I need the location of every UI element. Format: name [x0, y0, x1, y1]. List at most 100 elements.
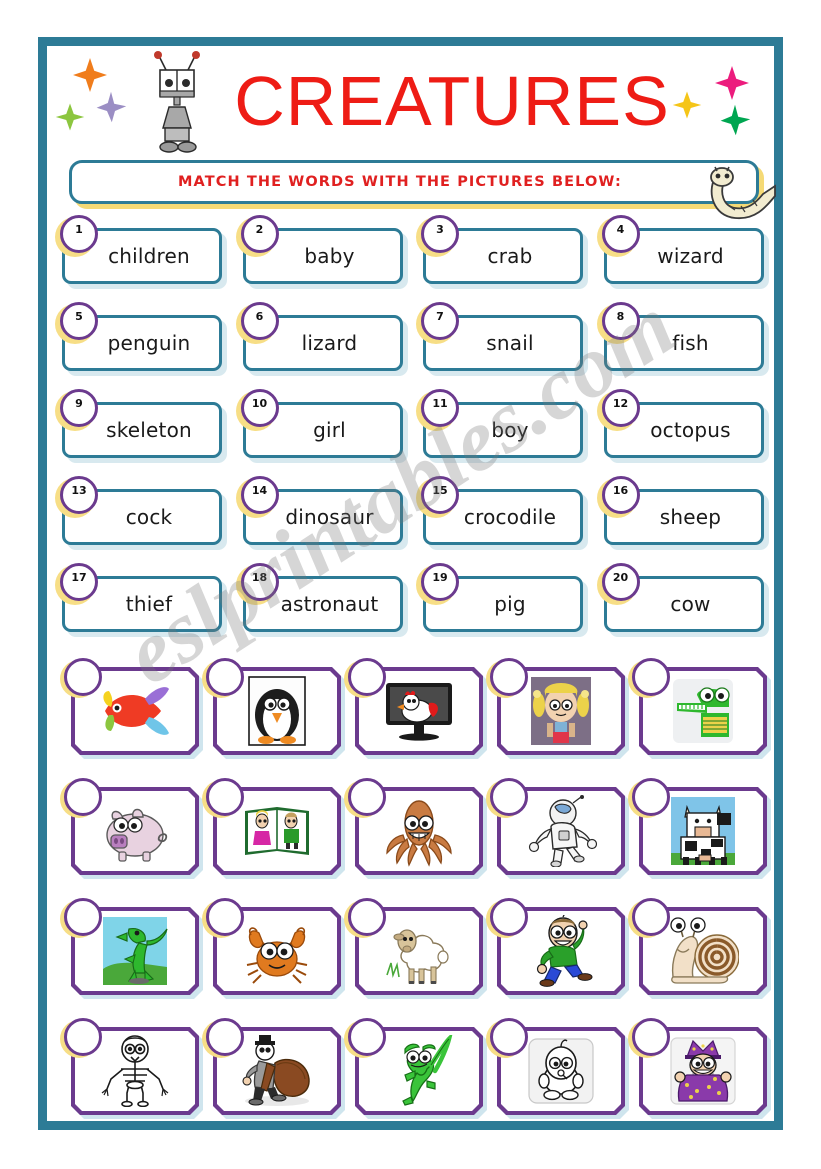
word-label: lizard [301, 331, 358, 355]
word-number-circle[interactable]: 4 [601, 215, 640, 253]
picture-answer-circle[interactable] [64, 898, 102, 936]
picture-answer-circle[interactable] [490, 1018, 528, 1056]
picture-answer-circle[interactable] [348, 778, 386, 816]
picture-answer-circle[interactable] [64, 778, 102, 816]
star-orange-icon [73, 58, 107, 92]
picture-answer-circle[interactable] [348, 898, 386, 936]
word-label: cock [125, 505, 173, 529]
picture-card[interactable] [628, 898, 773, 1018]
word-card[interactable]: fish 8 [596, 302, 781, 398]
picture-answer-circle[interactable] [632, 658, 670, 696]
word-card[interactable]: octopus 12 [596, 389, 781, 485]
picture-answer-circle[interactable] [490, 658, 528, 696]
word-number-circle[interactable]: 18 [240, 563, 279, 601]
picture-card[interactable] [486, 898, 631, 1018]
picture-card[interactable] [628, 1018, 773, 1138]
picture-card[interactable] [202, 778, 347, 898]
word-label: fish [672, 331, 709, 355]
picture-answer-circle[interactable] [490, 778, 528, 816]
word-card[interactable]: crab 3 [416, 215, 600, 311]
word-number: 1 [75, 223, 83, 236]
picture-answer-circle[interactable] [348, 658, 386, 696]
word-number-circle[interactable]: 6 [240, 302, 279, 340]
picture-answer-circle[interactable] [64, 658, 102, 696]
word-number-circle[interactable]: 8 [601, 302, 640, 340]
word-card[interactable]: boy 11 [416, 389, 600, 485]
word-number: 14 [251, 484, 268, 497]
word-number: 15 [432, 484, 448, 497]
picture-card[interactable] [486, 1018, 631, 1138]
picture-answer-circle[interactable] [490, 898, 528, 936]
picture-answer-circle[interactable] [632, 778, 670, 816]
picture-card[interactable] [344, 658, 489, 778]
word-number-circle[interactable]: 20 [601, 563, 640, 601]
word-number-circle[interactable]: 14 [240, 476, 279, 514]
picture-card[interactable] [60, 898, 205, 1018]
star-yellow-icon [672, 91, 702, 119]
picture-card[interactable] [486, 658, 631, 778]
word-card[interactable]: baby 2 [235, 215, 420, 311]
word-card[interactable]: astronaut 18 [235, 563, 420, 659]
word-number-circle[interactable]: 1 [60, 215, 98, 253]
word-number-circle[interactable]: 7 [421, 302, 459, 340]
header: CREATURES [47, 46, 774, 158]
word-number-circle[interactable]: 9 [60, 389, 98, 427]
word-card[interactable]: wizard 4 [596, 215, 781, 311]
word-card[interactable]: girl 10 [235, 389, 420, 485]
word-card[interactable]: children 1 [55, 215, 239, 311]
word-label: pig [494, 592, 526, 616]
picture-row [60, 898, 773, 1018]
word-card[interactable]: skeleton 9 [55, 389, 239, 485]
picture-answer-circle[interactable] [206, 1018, 244, 1056]
word-label: sheep [659, 505, 722, 529]
word-number-circle[interactable]: 11 [421, 389, 459, 427]
word-number-circle[interactable]: 15 [421, 476, 459, 514]
word-number: 7 [436, 310, 444, 323]
picture-card[interactable] [486, 778, 631, 898]
word-label: wizard [657, 244, 724, 268]
picture-answer-circle[interactable] [206, 778, 244, 816]
word-label: skeleton [106, 418, 192, 442]
picture-card[interactable] [202, 1018, 347, 1138]
picture-card[interactable] [628, 658, 773, 778]
picture-answer-circle[interactable] [632, 898, 670, 936]
word-card[interactable]: dinosaur 14 [235, 476, 420, 572]
word-card[interactable]: thief 17 [55, 563, 239, 659]
picture-answer-circle[interactable] [206, 898, 244, 936]
word-number-circle[interactable]: 3 [421, 215, 459, 253]
picture-answer-circle[interactable] [206, 658, 244, 696]
word-card[interactable]: pig 19 [416, 563, 600, 659]
instruction-banner: MATCH THE WORDS WITH THE PICTURES BELOW: [69, 160, 776, 220]
word-number-circle[interactable]: 16 [601, 476, 640, 514]
picture-card[interactable] [60, 778, 205, 898]
picture-card[interactable] [344, 1018, 489, 1138]
word-number-circle[interactable]: 12 [601, 389, 640, 427]
word-number-circle[interactable]: 19 [421, 563, 459, 601]
picture-card[interactable] [60, 1018, 205, 1138]
word-number-circle[interactable]: 2 [240, 215, 279, 253]
picture-answer-circle[interactable] [632, 1018, 670, 1056]
word-number-circle[interactable]: 5 [60, 302, 98, 340]
word-card[interactable]: lizard 6 [235, 302, 420, 398]
picture-card[interactable] [60, 658, 205, 778]
word-number: 2 [255, 223, 264, 236]
word-number-circle[interactable]: 10 [240, 389, 279, 427]
picture-card[interactable] [344, 898, 489, 1018]
word-number-circle[interactable]: 13 [60, 476, 98, 514]
picture-card[interactable] [202, 658, 347, 778]
word-card[interactable]: snail 7 [416, 302, 600, 398]
picture-card[interactable] [344, 778, 489, 898]
word-label: snail [486, 331, 534, 355]
word-number-circle[interactable]: 17 [60, 563, 98, 601]
picture-answer-circle[interactable] [348, 1018, 386, 1056]
word-card[interactable]: penguin 5 [55, 302, 239, 398]
word-card[interactable]: cock 13 [55, 476, 239, 572]
picture-answer-circle[interactable] [64, 1018, 102, 1056]
word-number: 3 [436, 223, 444, 236]
picture-card[interactable] [202, 898, 347, 1018]
word-card[interactable]: crocodile 15 [416, 476, 600, 572]
word-card[interactable]: cow 20 [596, 563, 781, 659]
word-card[interactable]: sheep 16 [596, 476, 781, 572]
word-label: boy [491, 418, 529, 442]
picture-card[interactable] [628, 778, 773, 898]
